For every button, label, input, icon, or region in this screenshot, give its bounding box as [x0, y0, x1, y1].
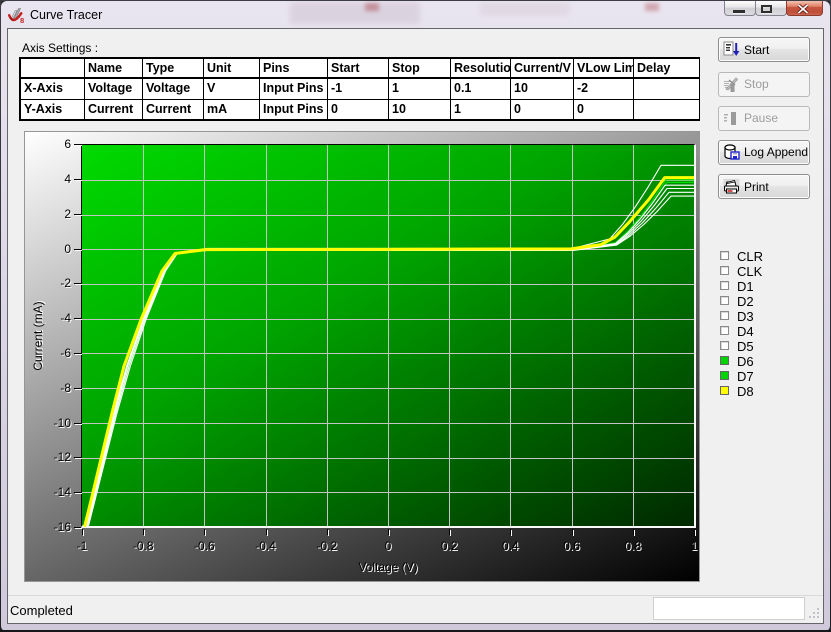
svg-text:8: 8 [20, 16, 24, 24]
